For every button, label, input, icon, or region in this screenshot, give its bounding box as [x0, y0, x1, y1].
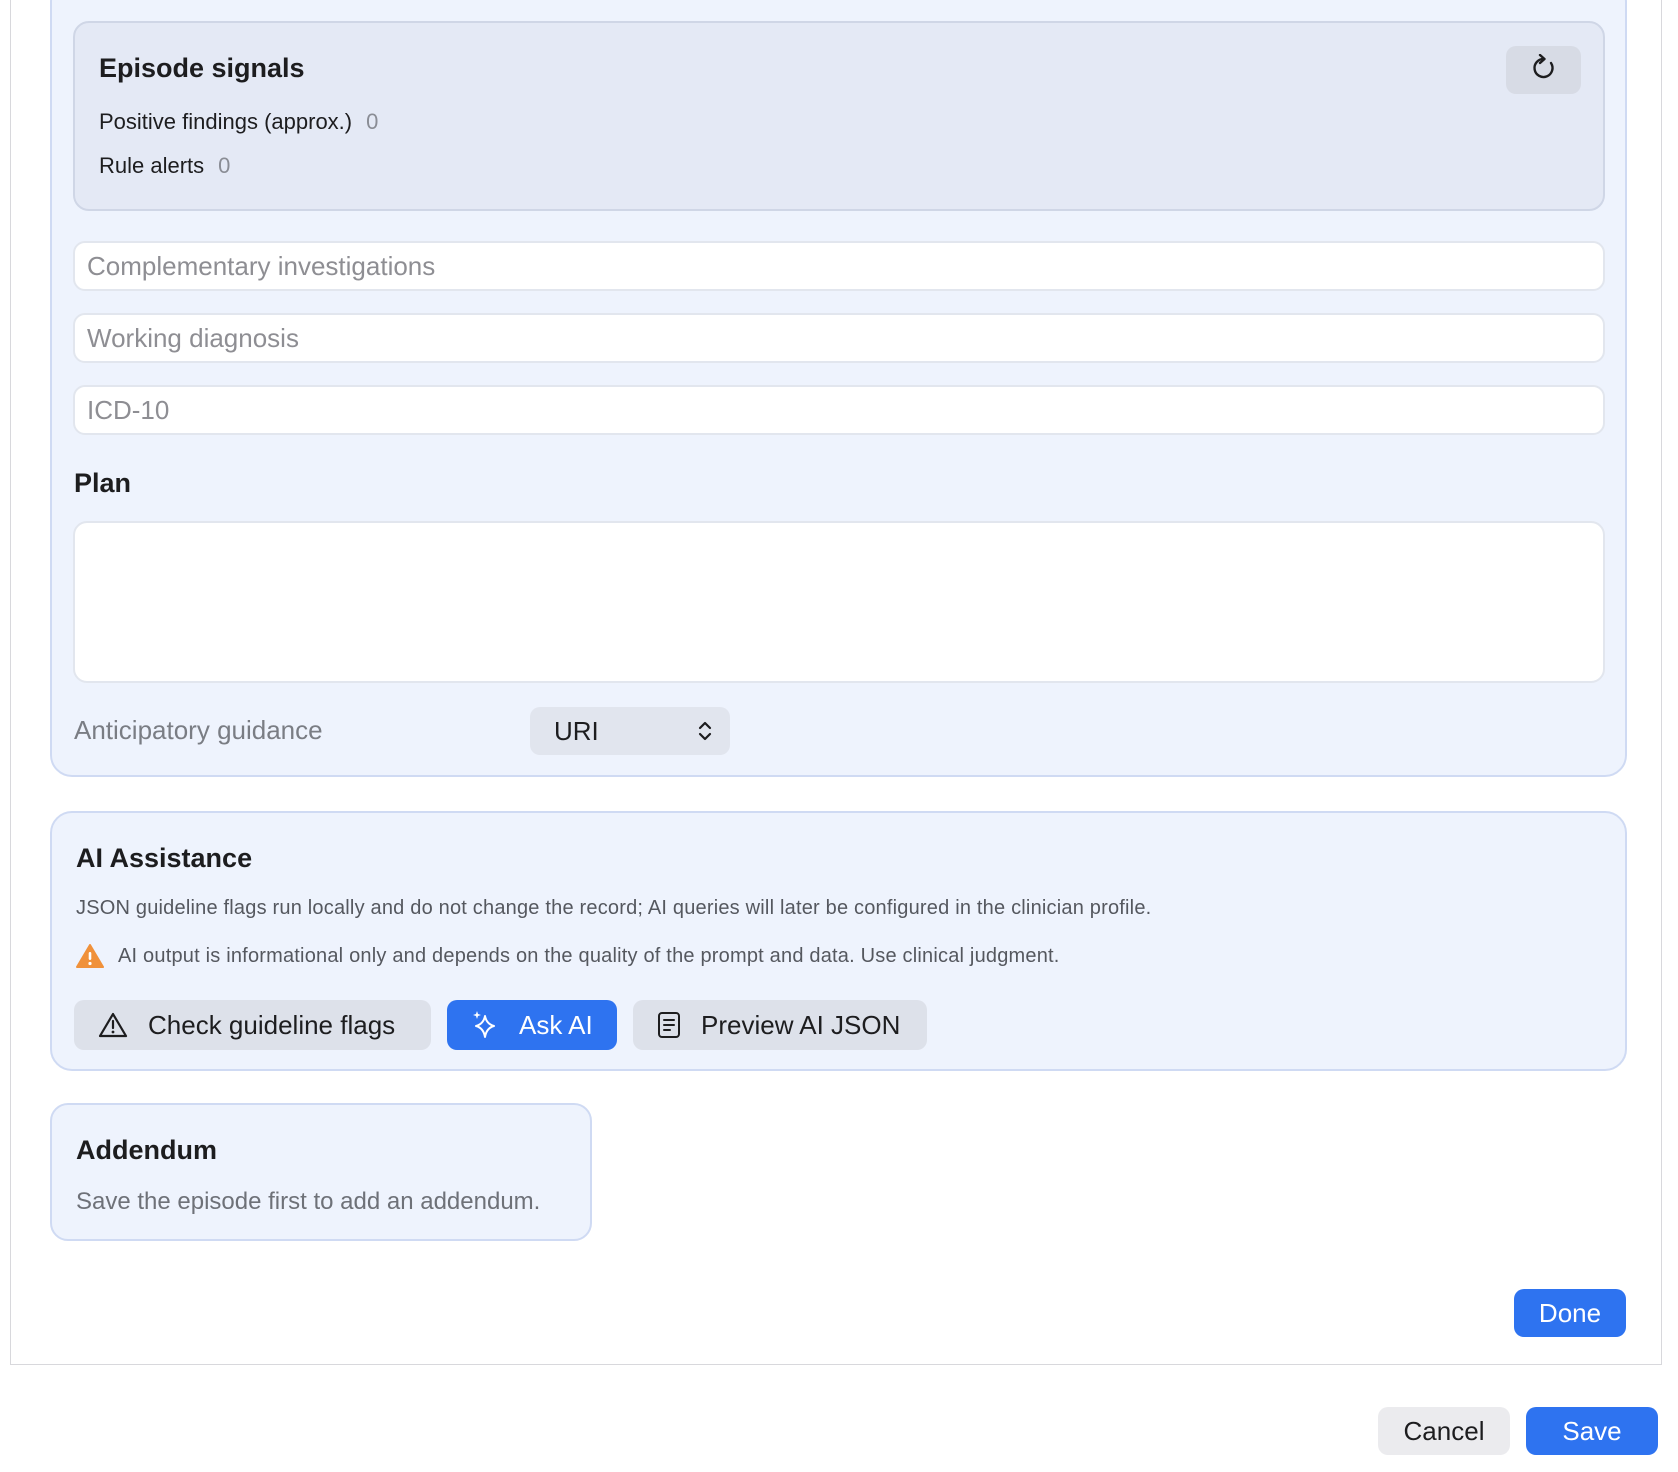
- save-button[interactable]: Save: [1526, 1407, 1658, 1455]
- preview-ai-json-button[interactable]: Preview AI JSON: [633, 1000, 927, 1050]
- episode-signals-card: Episode signals Positive findings (appro…: [73, 21, 1605, 211]
- signal-row-rule-alerts: Rule alerts 0: [99, 153, 230, 179]
- preview-ai-json-label: Preview AI JSON: [701, 1009, 901, 1040]
- signal-label: Positive findings (approx.): [99, 109, 353, 134]
- signal-value: 0: [366, 109, 379, 134]
- cancel-button[interactable]: Cancel: [1378, 1407, 1510, 1455]
- icd10-input[interactable]: [73, 385, 1605, 435]
- addendum-description: Save the episode first to add an addendu…: [76, 1188, 541, 1215]
- sparkles-icon: [471, 1010, 499, 1040]
- warning-triangle-icon: [98, 1012, 128, 1038]
- ai-warning: AI output is informational only and depe…: [76, 943, 1060, 969]
- plan-label: Plan: [74, 468, 132, 498]
- ask-ai-button[interactable]: Ask AI: [447, 1000, 617, 1050]
- refresh-signals-button[interactable]: [1506, 46, 1581, 94]
- signal-row-positive-findings: Positive findings (approx.) 0: [99, 109, 378, 135]
- select-value: URI: [554, 715, 599, 746]
- anticipatory-guidance-label: Anticipatory guidance: [74, 715, 323, 745]
- ai-warning-text: AI output is informational only and depe…: [118, 944, 1060, 967]
- plan-textarea[interactable]: [73, 521, 1605, 683]
- working-diagnosis-input[interactable]: [73, 313, 1605, 363]
- addendum-panel: Addendum Save the episode first to add a…: [50, 1103, 592, 1241]
- signal-label: Rule alerts: [99, 153, 205, 178]
- check-guideline-flags-button[interactable]: Check guideline flags: [74, 1000, 431, 1050]
- ai-assistance-title: AI Assistance: [76, 843, 253, 873]
- complementary-investigations-input[interactable]: [73, 241, 1605, 291]
- signal-value: 0: [218, 153, 231, 178]
- ask-ai-label: Ask AI: [519, 1009, 593, 1040]
- done-button[interactable]: Done: [1514, 1289, 1626, 1337]
- check-guideline-flags-label: Check guideline flags: [148, 1009, 396, 1040]
- refresh-icon: [1531, 53, 1557, 87]
- chevron-up-down-icon: [696, 719, 714, 750]
- document-icon: [657, 1011, 681, 1039]
- episode-signals-title: Episode signals: [99, 53, 305, 83]
- ai-assistance-description: JSON guideline flags run locally and do …: [76, 897, 1152, 919]
- addendum-title: Addendum: [76, 1135, 217, 1165]
- ai-assistance-panel: AI Assistance JSON guideline flags run l…: [50, 811, 1627, 1071]
- warning-icon: [76, 943, 104, 969]
- anticipatory-guidance-select[interactable]: URI: [530, 707, 730, 755]
